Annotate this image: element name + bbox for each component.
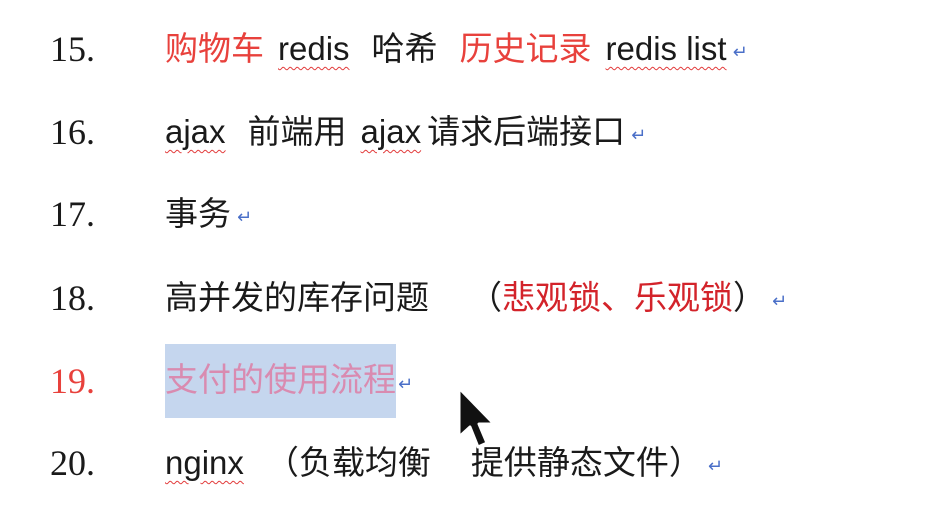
list-item-16: 16. ajax 前端用 ajax 请求后端接口 ↵ [0, 102, 944, 162]
paragraph-mark-icon: ↵ [772, 291, 788, 312]
text-segment: 历史记录 [459, 29, 592, 68]
list-item-18: 18. 高并发的库存问题 （ 悲观锁、乐观锁 ） ↵ [0, 268, 944, 328]
text-segment-misspelled: redis [278, 30, 350, 67]
paragraph-mark-icon: ↵ [237, 207, 253, 228]
list-item-15: 15. 购物车 redis 哈希 历史记录 redis list ↵ [0, 19, 944, 79]
paragraph-mark-icon: ↵ [732, 42, 748, 63]
text-segment: 事务 [165, 194, 231, 233]
item-number: 16. [50, 112, 95, 152]
item-content[interactable]: nginx （负载均衡 提供静态文件） ↵ [165, 433, 723, 493]
item-content[interactable]: 事务 ↵ [165, 184, 252, 244]
list-item-17: 17. 事务 ↵ [0, 184, 944, 244]
document-page: 15. 购物车 redis 哈希 历史记录 redis list ↵ 16. a… [0, 0, 944, 516]
item-content[interactable]: 支付的使用流程 ↵ [165, 344, 413, 418]
text-segment: 高并发的库存问题 [165, 278, 429, 317]
item-content[interactable]: 购物车 redis 哈希 历史记录 redis list ↵ [165, 19, 748, 79]
selected-text[interactable]: 支付的使用流程 [165, 344, 396, 418]
text-segment: 悲观锁、乐观锁 [502, 278, 733, 317]
text-segment: 哈希 [371, 29, 438, 68]
text-segment-misspelled: ajax [360, 113, 422, 150]
text-segment: （负载均衡 [265, 443, 431, 482]
text-segment: 提供静态文件） [470, 443, 702, 482]
text-segment-misspelled: nginx [165, 444, 244, 481]
item-number: 19. [50, 361, 95, 401]
text-segment: ） [733, 278, 766, 317]
item-number: 18. [50, 278, 95, 318]
item-content[interactable]: ajax 前端用 ajax 请求后端接口 ↵ [165, 102, 646, 162]
text-segment-misspelled: ajax [165, 113, 226, 150]
text-segment-misspelled: redis list [605, 30, 727, 67]
item-number: 15. [50, 29, 95, 69]
text-segment: 请求后端接口 [427, 112, 626, 151]
item-number: 20. [50, 443, 95, 483]
arrow-pointer-icon [457, 386, 496, 449]
paragraph-mark-icon: ↵ [707, 456, 723, 477]
text-segment: （ [469, 278, 502, 317]
paragraph-mark-icon: ↵ [398, 374, 414, 395]
paragraph-mark-icon: ↵ [631, 125, 647, 146]
text-segment: 前端用 [247, 112, 347, 151]
text-segment: 购物车 [165, 29, 264, 68]
item-number: 17. [50, 194, 95, 234]
item-content[interactable]: 高并发的库存问题 （ 悲观锁、乐观锁 ） ↵ [165, 268, 787, 328]
